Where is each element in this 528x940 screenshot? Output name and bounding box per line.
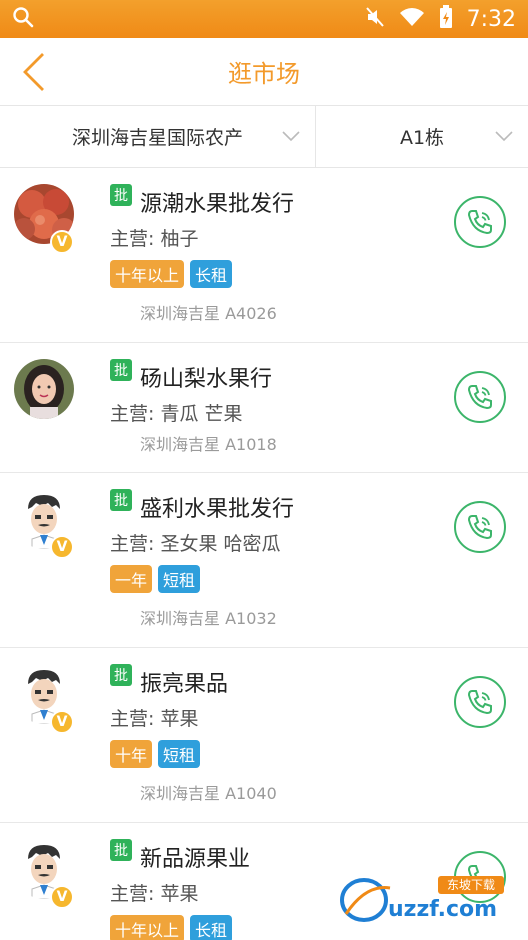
lease-tag: 短租 bbox=[158, 565, 201, 593]
filter-bar: 深圳海吉星国际农产 A1栋 bbox=[0, 106, 528, 168]
call-button[interactable] bbox=[454, 196, 506, 248]
phone-icon bbox=[467, 515, 492, 540]
call-button[interactable] bbox=[454, 371, 506, 423]
tenure-tag: 一年 bbox=[110, 565, 153, 593]
list-item[interactable]: V 批 振亮果品 主营: 苹果 十年 短租 深圳海吉星 A1040 bbox=[0, 648, 528, 823]
main-products: 主营: 柚子 bbox=[110, 228, 199, 250]
main-products: 主营: 苹果 bbox=[110, 708, 199, 730]
lease-tag: 短租 bbox=[158, 740, 201, 768]
watermark-tag: 东坡下载 bbox=[447, 878, 495, 892]
shop-address: 深圳海吉星 A1018 bbox=[140, 435, 277, 454]
app-header: 逛市场 bbox=[0, 38, 528, 106]
vip-badge: V bbox=[50, 885, 74, 909]
back-button[interactable] bbox=[14, 50, 54, 94]
list-item[interactable]: V 批 源潮水果批发行 主营: 柚子 十年以上 长租 深圳海吉星 A4026 bbox=[0, 168, 528, 343]
phone-icon bbox=[467, 690, 492, 715]
market-filter-label: 深圳海吉星国际农产 bbox=[71, 127, 243, 149]
avatar bbox=[14, 359, 74, 419]
vip-badge: V bbox=[50, 230, 74, 254]
battery-icon bbox=[439, 5, 453, 33]
wholesale-badge: 批 bbox=[110, 839, 132, 861]
avatar: V bbox=[14, 489, 74, 559]
building-filter-label: A1栋 bbox=[399, 127, 445, 149]
lease-tag: 长租 bbox=[190, 260, 233, 288]
main-products: 主营: 苹果 bbox=[110, 883, 199, 905]
wholesale-badge: 批 bbox=[110, 359, 132, 381]
tenure-tag: 十年 bbox=[110, 740, 153, 768]
tag-group: 十年 短租 bbox=[110, 740, 201, 768]
shop-list: V 批 源潮水果批发行 主营: 柚子 十年以上 长租 深圳海吉星 A4026 批… bbox=[0, 168, 528, 940]
back-arrow-icon bbox=[23, 53, 44, 91]
chevron-down-icon bbox=[495, 131, 513, 142]
wholesale-badge: 批 bbox=[110, 664, 132, 686]
tag-group: 十年以上 长租 bbox=[110, 915, 233, 940]
mute-icon bbox=[365, 6, 385, 32]
chevron-down-icon bbox=[282, 131, 300, 142]
shop-address: 深圳海吉星 A4026 bbox=[140, 304, 277, 323]
tag-group: 十年以上 长租 bbox=[110, 260, 233, 288]
shop-name: 振亮果品 bbox=[140, 672, 229, 697]
clock: 7:32 bbox=[466, 6, 516, 32]
lease-tag: 长租 bbox=[190, 915, 233, 940]
watermark-brand: uzzf.com bbox=[388, 897, 497, 922]
list-item[interactable]: 批 砀山梨水果行 主营: 青瓜 芒果 深圳海吉星 A1018 bbox=[0, 343, 528, 473]
wholesale-badge: 批 bbox=[110, 489, 132, 511]
avatar: V bbox=[14, 184, 74, 254]
status-bar: 7:32 bbox=[0, 0, 528, 38]
watermark-logo: 东坡下载 uzzf.com bbox=[338, 874, 518, 924]
main-products: 主营: 青瓜 芒果 bbox=[110, 403, 243, 425]
main-products: 主营: 圣女果 哈密瓜 bbox=[110, 533, 281, 555]
list-item[interactable]: V 批 盛利水果批发行 主营: 圣女果 哈密瓜 一年 短租 深圳海吉星 A103… bbox=[0, 473, 528, 648]
wifi-icon bbox=[399, 7, 425, 31]
phone-icon bbox=[467, 210, 492, 235]
tag-group: 一年 短租 bbox=[110, 565, 201, 593]
shop-name: 新品源果业 bbox=[140, 847, 251, 872]
avatar: V bbox=[14, 839, 74, 909]
call-button[interactable] bbox=[454, 676, 506, 728]
page-title: 逛市场 bbox=[228, 60, 300, 88]
call-button[interactable] bbox=[454, 501, 506, 553]
market-filter-dropdown[interactable]: 深圳海吉星国际农产 bbox=[0, 106, 316, 167]
person-photo-icon bbox=[14, 359, 74, 419]
vip-badge: V bbox=[50, 535, 74, 559]
tenure-tag: 十年以上 bbox=[110, 915, 185, 940]
tenure-tag: 十年以上 bbox=[110, 260, 185, 288]
shop-name: 源潮水果批发行 bbox=[140, 192, 295, 217]
shop-address: 深圳海吉星 A1040 bbox=[140, 784, 277, 803]
shop-name: 砀山梨水果行 bbox=[140, 367, 273, 392]
vip-badge: V bbox=[50, 710, 74, 734]
search-icon bbox=[12, 6, 34, 32]
wholesale-badge: 批 bbox=[110, 184, 132, 206]
shop-name: 盛利水果批发行 bbox=[140, 497, 295, 522]
phone-icon bbox=[467, 385, 492, 410]
building-filter-dropdown[interactable]: A1栋 bbox=[316, 106, 528, 167]
shop-address: 深圳海吉星 A1032 bbox=[140, 609, 277, 628]
avatar: V bbox=[14, 664, 74, 734]
